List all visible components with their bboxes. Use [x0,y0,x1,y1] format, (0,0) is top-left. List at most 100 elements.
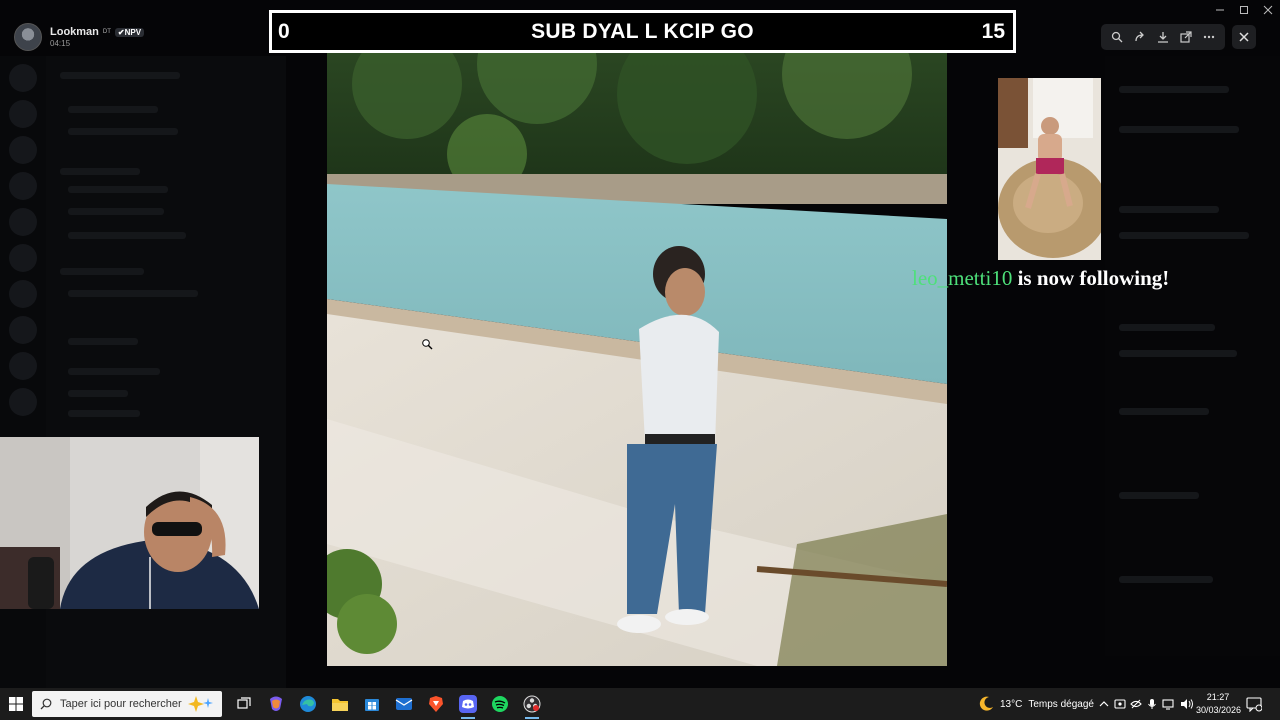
channel-item[interactable] [68,232,186,239]
server-icon[interactable] [9,172,37,200]
weather-widget[interactable]: 13°C Temps dégagé [978,688,1094,720]
left-score: 0 [278,19,290,43]
folder-icon [332,699,348,711]
author-tag: DT [102,29,111,35]
taskbar-search[interactable]: Taper ici pour rechercher [32,691,222,717]
server-icon[interactable] [9,388,37,416]
image-viewer-toolbar [1101,24,1225,50]
viewed-image[interactable] [327,24,947,666]
maximize-button[interactable] [1232,0,1256,20]
desktop-screen: Lookman DT ✔NPV 04:15 0 SUB DYAL L KCIP … [0,0,1280,720]
channel-item[interactable] [68,368,160,375]
microphone-icon[interactable] [1146,698,1158,710]
open-external-button[interactable] [1177,28,1195,46]
windows-icon [9,697,23,711]
notification-button[interactable] [1244,694,1264,714]
more-options-button[interactable] [1200,28,1218,46]
follower-photo [998,78,1101,260]
member-item[interactable] [1119,126,1239,133]
volume-icon[interactable] [1180,698,1194,710]
server-icon[interactable] [9,280,37,308]
channel-item[interactable] [68,410,140,417]
more-icon [1204,35,1215,39]
system-tray [1098,688,1194,720]
channel-item[interactable] [68,128,178,135]
spotify-app[interactable] [484,688,516,720]
external-link-icon [1180,31,1192,43]
channel-item[interactable] [60,168,140,175]
score-bar: 0 SUB DYAL L KCIP GO 15 [269,10,1016,53]
minimize-button[interactable] [1208,0,1232,20]
member-item[interactable] [1119,408,1209,415]
pool-scene-image [327,24,947,666]
close-window-button[interactable] [1256,0,1280,20]
channel-item[interactable] [68,186,168,193]
store-icon [365,699,379,711]
search-icon [40,698,52,710]
zoom-button[interactable] [1108,28,1126,46]
minimize-icon [1216,9,1224,11]
score-title: SUB DYAL L KCIP GO [531,19,754,43]
channel-item[interactable] [68,390,128,397]
webcam-overlay [0,437,259,609]
member-item[interactable] [1119,576,1213,583]
webcam-feed [0,437,259,609]
discord-app[interactable] [452,688,484,720]
server-icon[interactable] [9,316,37,344]
clock-time: 21:27 [1206,692,1230,702]
zoom-icon [1111,31,1123,43]
obs-app[interactable] [516,688,548,720]
close-icon [1239,32,1249,42]
sparkle-icon [188,696,213,712]
server-icon[interactable] [9,64,37,92]
start-button[interactable] [0,688,32,720]
member-item[interactable] [1119,492,1199,499]
chevron-up-icon[interactable] [1098,698,1110,710]
hidden-icon[interactable] [1130,698,1142,710]
network-icon[interactable] [1162,698,1176,710]
channel-item[interactable] [68,338,138,345]
weather-description: Temps dégagé [1028,698,1094,710]
server-icon[interactable] [9,208,37,236]
brave-app[interactable] [420,688,452,720]
channel-item[interactable] [60,268,144,275]
post-time: 04:15 [50,39,71,48]
maximize-icon [1240,6,1248,14]
forward-button[interactable] [1131,28,1149,46]
edge-app[interactable] [292,688,324,720]
channel-item[interactable] [68,290,198,297]
avatar[interactable] [14,23,42,51]
author-name[interactable]: Lookman [50,26,99,38]
server-icon[interactable] [9,244,37,272]
server-icon[interactable] [9,136,37,164]
member-item[interactable] [1119,206,1219,213]
server-icon[interactable] [9,352,37,380]
member-item[interactable] [1119,86,1229,93]
channel-item[interactable] [60,72,180,79]
copilot-icon [270,696,282,711]
search-placeholder: Taper ici pour rechercher [60,698,182,710]
channel-item[interactable] [68,208,164,215]
member-list [1105,56,1280,656]
task-view-button[interactable] [228,688,260,720]
member-item[interactable] [1119,324,1215,331]
member-item[interactable] [1119,350,1237,357]
forward-icon [1135,31,1144,42]
follow-message: is now following! [1017,266,1170,290]
follower-alert-image [998,78,1101,260]
app-tray-icon[interactable] [1114,698,1126,710]
server-icon[interactable] [9,100,37,128]
channel-item[interactable] [68,106,158,113]
clock-date: 30/03/2026 [1196,705,1242,715]
weather-temperature: 13°C [1000,698,1023,710]
download-button[interactable] [1154,28,1172,46]
system-clock[interactable]: 21:27 30/03/2026 [1196,691,1242,717]
store-app[interactable] [356,688,388,720]
close-viewer-button[interactable] [1232,25,1256,49]
member-item[interactable] [1119,232,1249,239]
copilot-app[interactable] [260,688,292,720]
file-explorer-app[interactable] [324,688,356,720]
image-author: Lookman DT ✔NPV 04:15 [14,22,145,52]
mail-app[interactable] [388,688,420,720]
mail-icon [395,698,413,710]
